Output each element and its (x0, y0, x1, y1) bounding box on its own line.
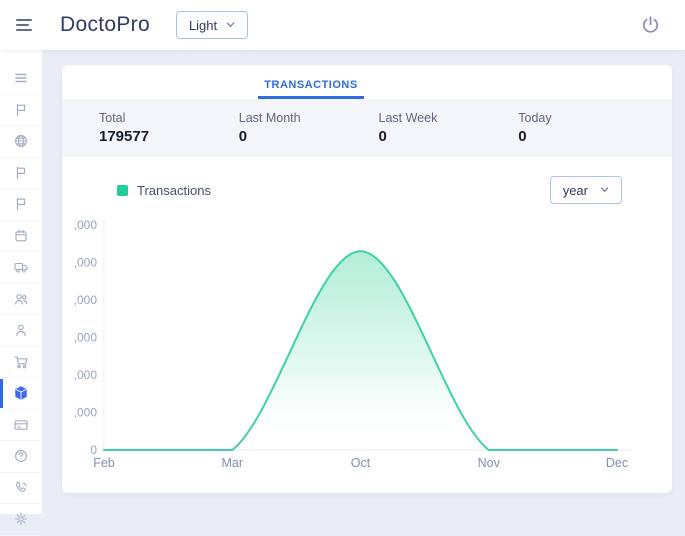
tab-bar: TRANSACTIONS (62, 65, 672, 99)
svg-text:Nov: Nov (478, 456, 501, 470)
legend-label: Transactions (137, 182, 211, 198)
svg-text:0: 0 (90, 443, 97, 457)
legend-transactions[interactable]: Transactions (117, 183, 211, 198)
svg-text:Feb: Feb (93, 456, 115, 470)
sidebar-item-settings[interactable] (0, 504, 42, 536)
period-dropdown[interactable]: year (549, 176, 622, 204)
sidebar-item-calendar[interactable] (0, 221, 42, 252)
sidebar-item-user[interactable] (0, 315, 42, 347)
globe-icon (15, 135, 27, 148)
sidebar-item-contact[interactable] (0, 473, 42, 504)
sidebar-item-ambulance[interactable] (0, 252, 42, 284)
sidebar-item-flag-2[interactable] (0, 158, 42, 189)
flag-icon (16, 103, 26, 116)
svg-text:,000: ,000 (74, 406, 98, 420)
svg-text:,000: ,000 (74, 293, 98, 307)
credit-card-icon (14, 419, 28, 430)
transactions-card: TRANSACTIONS Total 179577 Last Month 0 L… (62, 65, 672, 493)
stat-last-week: Last Week 0 (379, 111, 519, 145)
topbar: DoctoPro Light (0, 0, 685, 50)
sidebar-item-help[interactable] (0, 441, 42, 473)
svg-text:,000: ,000 (74, 331, 98, 345)
stat-label: Total (99, 111, 126, 125)
svg-text:Dec: Dec (606, 456, 628, 470)
ambulance-icon (14, 263, 28, 273)
chevron-down-icon (226, 22, 235, 28)
tab-transactions[interactable]: TRANSACTIONS (258, 65, 364, 99)
users-icon (15, 293, 28, 305)
sidebar-item-users[interactable] (0, 284, 42, 315)
period-dropdown-value: year (562, 182, 588, 198)
menu-icon (15, 74, 27, 83)
sidebar-item-globe[interactable] (0, 126, 42, 158)
stat-label: Last Month (238, 111, 301, 125)
svg-text:,000: ,000 (74, 256, 98, 270)
svg-text:Mar: Mar (221, 456, 243, 470)
theme-dropdown-value: Light (188, 17, 218, 33)
sidebar-item-payments[interactable] (0, 410, 42, 441)
user-icon (16, 324, 26, 337)
power-icon (642, 15, 659, 33)
power-button[interactable] (638, 13, 663, 38)
sidebar (0, 50, 42, 536)
stat-value: 0 (378, 128, 387, 145)
sidebar-item-cart[interactable] (0, 347, 42, 378)
sidebar-item-flag-3[interactable] (0, 189, 42, 221)
stat-value: 0 (518, 128, 527, 145)
svg-text:,000: ,000 (74, 218, 98, 232)
stat-today: Today 0 (518, 111, 658, 145)
sidebar-item-menu[interactable] (0, 63, 42, 95)
stat-value: 179577 (99, 128, 150, 145)
brand-logo: DoctoPro (60, 13, 150, 36)
chart-header: Transactions year (62, 157, 672, 205)
stat-last-month: Last Month 0 (239, 111, 379, 145)
stat-value: 0 (238, 128, 248, 145)
calendar-icon (15, 229, 27, 242)
flag-icon (16, 166, 26, 179)
transactions-cube-icon (15, 386, 27, 401)
stat-label: Last Week (378, 111, 438, 125)
phone-call-icon (16, 481, 27, 492)
cart-icon (14, 356, 28, 369)
stat-total: Total 179577 (99, 111, 239, 145)
svg-text:Oct: Oct (351, 456, 371, 470)
flag-icon (16, 198, 26, 211)
legend-swatch (117, 184, 128, 196)
stat-label: Today (518, 111, 552, 125)
sidebar-item-flag-1[interactable] (0, 95, 42, 126)
svg-text:,000: ,000 (74, 368, 98, 382)
menu-toggle-icon[interactable] (16, 16, 36, 34)
help-circle-icon (15, 450, 27, 463)
theme-dropdown[interactable]: Light (175, 11, 249, 39)
chevron-down-icon (600, 187, 609, 193)
sidebar-item-transactions[interactable] (0, 378, 42, 410)
transactions-area-chart: ,000 ,000 ,000 ,000 ,000 ,000 0Feb Mar Oct Nov Dec (74, 218, 631, 470)
stats-band: Total 179577 Last Month 0 Last Week 0 To… (62, 99, 672, 157)
